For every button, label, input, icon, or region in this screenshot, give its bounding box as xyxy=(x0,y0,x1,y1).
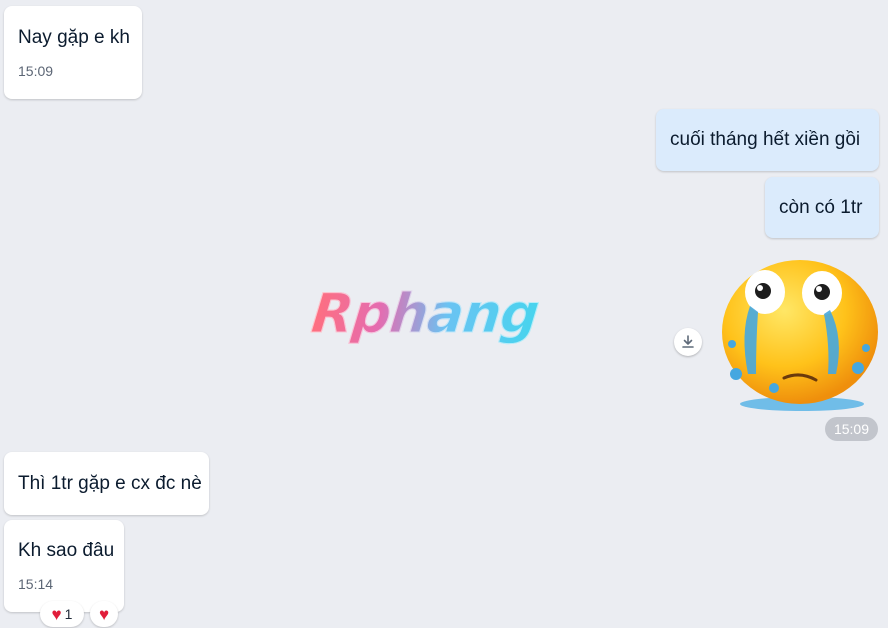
message-time: 15:14 xyxy=(18,576,54,592)
react-button[interactable]: ♥ xyxy=(90,601,118,627)
outgoing-message[interactable]: cuối tháng hết xiền gồi xyxy=(656,109,879,171)
incoming-message[interactable]: Kh sao đâu 15:14 xyxy=(4,520,124,612)
heart-icon: ♥ xyxy=(51,604,62,624)
reaction-count: 1 xyxy=(64,606,73,622)
reaction-summary[interactable]: ♥ 1 xyxy=(40,601,84,627)
message-time: 15:09 xyxy=(18,63,54,79)
download-icon xyxy=(682,335,694,348)
message-text: Thì 1tr gặp e cx đc nè xyxy=(18,473,202,494)
heart-icon: ♥ xyxy=(98,604,110,624)
watermark-logo: Rphang xyxy=(308,282,542,346)
sticker-time: 15:09 xyxy=(825,417,878,441)
message-text: cuối tháng hết xiền gồi xyxy=(670,129,861,150)
incoming-message[interactable]: Nay gặp e kh 15:09 xyxy=(4,6,142,99)
download-button[interactable] xyxy=(674,328,702,356)
message-text: Kh sao đâu xyxy=(18,540,115,561)
incoming-message[interactable]: Thì 1tr gặp e cx đc nè xyxy=(4,452,209,515)
message-text: còn có 1tr xyxy=(779,197,863,218)
crying-face-sticker[interactable] xyxy=(716,256,882,414)
outgoing-message[interactable]: còn có 1tr xyxy=(765,177,879,238)
message-text: Nay gặp e kh xyxy=(18,27,130,48)
